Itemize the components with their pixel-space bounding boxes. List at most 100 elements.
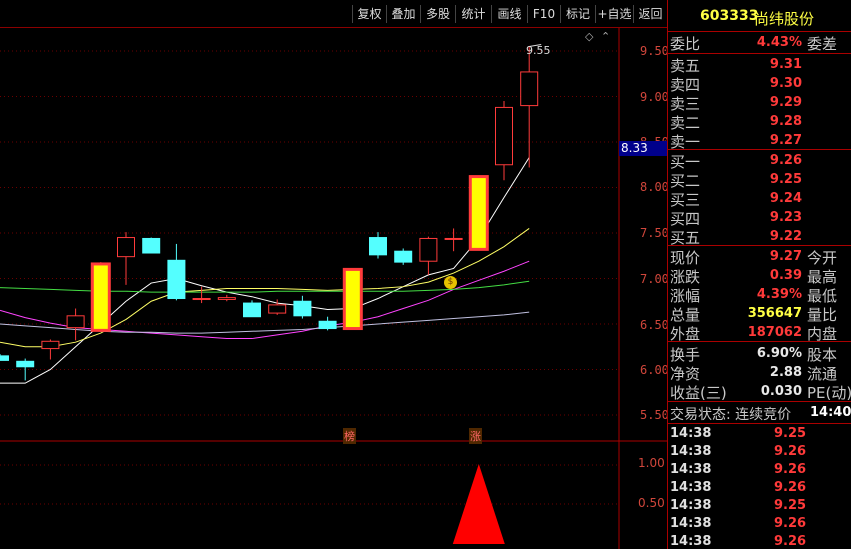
- chart-toolbar: 复权 叠加 多股 统计 画线 F10 标记 +自选 返回: [0, 0, 667, 28]
- draw-line-button[interactable]: 画线: [491, 5, 527, 23]
- ask-row-value: 9.27: [769, 133, 802, 148]
- stock-name: 尚纬股份: [754, 10, 815, 28]
- diamond-icon[interactable]: ◇: [585, 30, 593, 43]
- tick-time: 14:38: [670, 426, 712, 441]
- trade-time: 14:40:: [810, 405, 851, 420]
- y-tick: 7.00: [640, 272, 669, 286]
- add-watchlist-button[interactable]: +自选: [595, 5, 633, 23]
- candle-up: [66, 315, 85, 329]
- y-tick: 5.50: [640, 408, 669, 422]
- candle-down: [293, 300, 312, 317]
- ask-row-label: 卖五: [670, 57, 701, 75]
- bid-row-value: 9.26: [769, 153, 802, 168]
- volume-y-tick: 1.00: [638, 456, 665, 470]
- ask-row-label: 卖二: [670, 114, 701, 132]
- tick-price: 9.25: [774, 498, 807, 513]
- candle-up: [495, 106, 513, 166]
- y-tick: 6.50: [640, 318, 669, 332]
- multi-stock-button[interactable]: 多股: [420, 5, 455, 23]
- candle-down: [0, 355, 9, 361]
- stat2-row-label: 净资: [670, 365, 701, 383]
- stat-row-value: 187062: [747, 325, 802, 340]
- max-price-label: 9.55: [526, 44, 551, 57]
- bid-row-label: 买五: [670, 229, 701, 247]
- volume-y-tick: 0.50: [638, 496, 665, 510]
- bid-row-label: 买二: [670, 172, 701, 190]
- stat2-row-right-label: PE(动): [807, 384, 851, 402]
- ask-row-label: 卖一: [670, 133, 701, 151]
- weibi-label: 委比: [670, 35, 701, 53]
- ask-row-label: 卖四: [670, 76, 701, 94]
- stat-row-value: 0.39: [769, 268, 802, 283]
- tick-price: 9.26: [774, 534, 807, 549]
- candle-up: [520, 71, 539, 107]
- stat-row-label: 总量: [670, 306, 701, 324]
- stat-row-right-label: 最高: [807, 268, 838, 286]
- stat-row-label: 涨幅: [670, 287, 701, 305]
- bid-row-label: 买四: [670, 210, 701, 228]
- kline-chart[interactable]: [0, 28, 667, 549]
- rank-marker[interactable]: 榜: [343, 428, 356, 444]
- stat2-row-label: 换手: [670, 346, 701, 364]
- stat2-row-right-label: 流通: [807, 365, 838, 383]
- back-button[interactable]: 返回: [633, 5, 667, 23]
- stat2-row-label: 收益(三): [670, 384, 727, 402]
- candle-down: [394, 250, 413, 263]
- candle-down: [318, 320, 337, 330]
- candle-up: [217, 297, 236, 300]
- rise-marker[interactable]: 涨: [469, 428, 482, 444]
- tick-price: 9.26: [774, 444, 807, 459]
- tick-price: 9.26: [774, 516, 807, 531]
- stat-row-value: 356647: [747, 306, 802, 321]
- stat-row-label: 涨跌: [670, 268, 701, 286]
- trade-status: 交易状态: 连续竞价: [670, 407, 792, 423]
- candle-up: [41, 340, 60, 350]
- stat-row-right-label: 量比: [807, 306, 838, 324]
- candle-down: [167, 259, 186, 300]
- stat2-row-value: 2.88: [769, 365, 802, 380]
- tick-price: 9.25: [774, 426, 807, 441]
- candle-up: [268, 304, 287, 314]
- tick-time: 14:38: [670, 480, 712, 495]
- candle-down: [243, 302, 261, 318]
- statistics-button[interactable]: 统计: [455, 5, 491, 23]
- candle-up: [444, 237, 463, 240]
- bid-row-value: 9.23: [769, 210, 802, 225]
- y-tick: 7.50: [640, 226, 669, 240]
- candle-limit-up: [342, 267, 363, 331]
- money-bag-icon[interactable]: $: [444, 276, 457, 289]
- tick-time: 14:38: [670, 534, 712, 549]
- candle-up: [192, 298, 211, 301]
- bid-row-value: 9.22: [769, 229, 802, 244]
- ask-row-label: 卖三: [670, 95, 701, 113]
- tick-time: 14:38: [670, 498, 712, 513]
- y-tick: 9.00: [640, 90, 669, 104]
- stat2-row-value: 0.030: [760, 384, 802, 399]
- bid-row-label: 买一: [670, 153, 701, 171]
- stat-row-right-label: 今开: [807, 249, 838, 267]
- ask-row-value: 9.28: [769, 114, 802, 129]
- candle-down: [142, 237, 161, 254]
- mark-button[interactable]: 标记: [560, 5, 595, 23]
- bid-row-value: 9.25: [769, 172, 802, 187]
- candle-down: [16, 360, 35, 368]
- tick-time: 14:38: [670, 516, 712, 531]
- restore-rights-button[interactable]: 复权: [352, 5, 386, 23]
- overlay-button[interactable]: 叠加: [386, 5, 420, 23]
- chevron-up-icon[interactable]: ⌃: [601, 30, 610, 43]
- tick-time: 14:38: [670, 444, 712, 459]
- stat-row-label: 现价: [670, 249, 701, 267]
- f10-button[interactable]: F10: [527, 5, 560, 23]
- candle-limit-up: [90, 262, 111, 332]
- candle-up: [117, 237, 135, 258]
- tick-price: 9.26: [774, 480, 807, 495]
- stat2-row-value: 6.90%: [756, 346, 802, 361]
- ask-row-value: 9.30: [769, 76, 802, 91]
- stat2-row-right-label: 股本: [807, 346, 838, 364]
- stat-row-value: 9.27: [769, 249, 802, 264]
- y-tick: 8.00: [640, 180, 669, 194]
- stat-row-label: 外盘: [670, 325, 701, 343]
- tick-price: 9.26: [774, 462, 807, 477]
- stat-row-value: 4.39%: [756, 287, 802, 302]
- stat-row-right-label: 最低: [807, 287, 838, 305]
